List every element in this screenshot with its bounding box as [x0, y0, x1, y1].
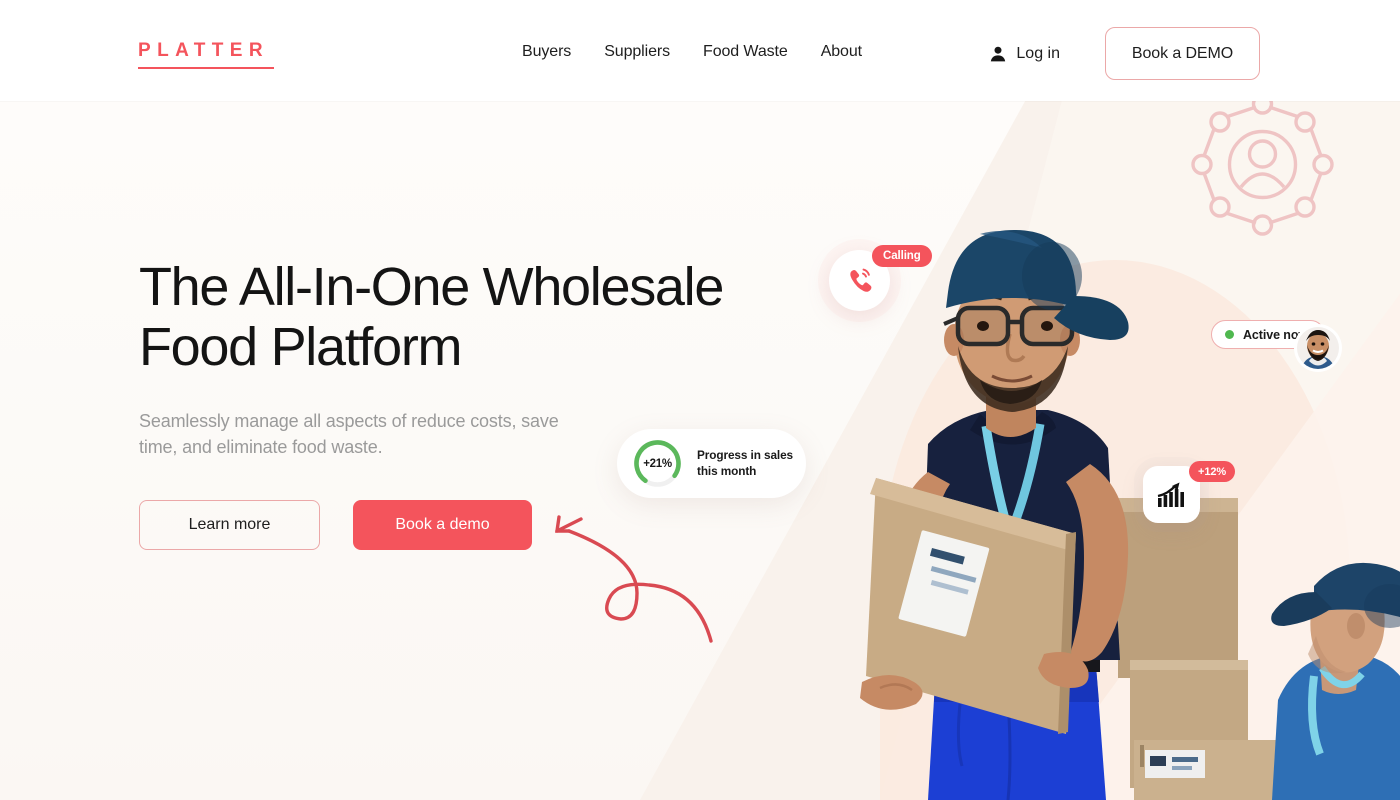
login-label: Log in [1016, 44, 1060, 62]
nav-item-buyers[interactable]: Buyers [522, 43, 604, 61]
nav-item-about[interactable]: About [821, 43, 895, 61]
nav-item-food-waste[interactable]: Food Waste [703, 43, 821, 61]
progress-value: +21% [643, 457, 672, 470]
landing-page: PLATTER Buyers Suppliers Food Waste Abou… [0, 0, 1400, 800]
progress-ring: +21% [631, 437, 684, 490]
logo-underline [138, 67, 274, 69]
page-title: The All-In-One Wholesale Food Platform [139, 257, 779, 378]
progress-widget[interactable]: +21% Progress in sales this month [617, 429, 806, 498]
user-network-icon [1191, 93, 1334, 236]
login-button[interactable]: Log in [989, 45, 1060, 63]
hero-title-line-2: Food Platform [139, 316, 463, 377]
status-dot-icon [1225, 330, 1234, 339]
sales-chart-badge: +12% [1189, 461, 1236, 482]
hero-subtitle: Seamlessly manage all aspects of reduce … [139, 408, 569, 460]
nav-item-suppliers[interactable]: Suppliers [604, 43, 703, 61]
progress-caption: Progress in sales this month [697, 448, 793, 479]
header-actions: Log in Book a DEMO [989, 27, 1260, 80]
hero-title-line-1: The All-In-One Wholesale [139, 257, 724, 317]
hero-subtitle-line-1: Seamlessly manage all aspects of reduce [139, 411, 466, 431]
calling-badge: Calling [872, 245, 932, 267]
person-icon [991, 46, 1006, 61]
hero-cta-group: Learn more Book a demo [139, 500, 532, 550]
curly-arrow-left-icon [555, 515, 713, 643]
progress-caption-line-2: this month [697, 463, 757, 478]
user-avatar-photo [1297, 327, 1339, 369]
book-demo-header-button[interactable]: Book a DEMO [1105, 27, 1260, 80]
learn-more-button[interactable]: Learn more [139, 500, 320, 550]
header-divider [0, 101, 1400, 102]
progress-caption-line-1: Progress in sales [697, 447, 794, 462]
phone-ringing-icon [850, 268, 872, 292]
logo-text: PLATTER [138, 40, 269, 61]
bar-chart-growth-icon [1157, 482, 1184, 507]
logo[interactable]: PLATTER [138, 41, 274, 69]
second-delivery-worker [1271, 562, 1400, 800]
main-navigation: Buyers Suppliers Food Waste About [522, 43, 895, 61]
avatar[interactable] [1297, 327, 1339, 369]
delivery-worker-photo [860, 230, 1129, 800]
book-demo-button[interactable]: Book a demo [353, 500, 532, 550]
site-header: PLATTER Buyers Suppliers Food Waste Abou… [0, 0, 1400, 101]
